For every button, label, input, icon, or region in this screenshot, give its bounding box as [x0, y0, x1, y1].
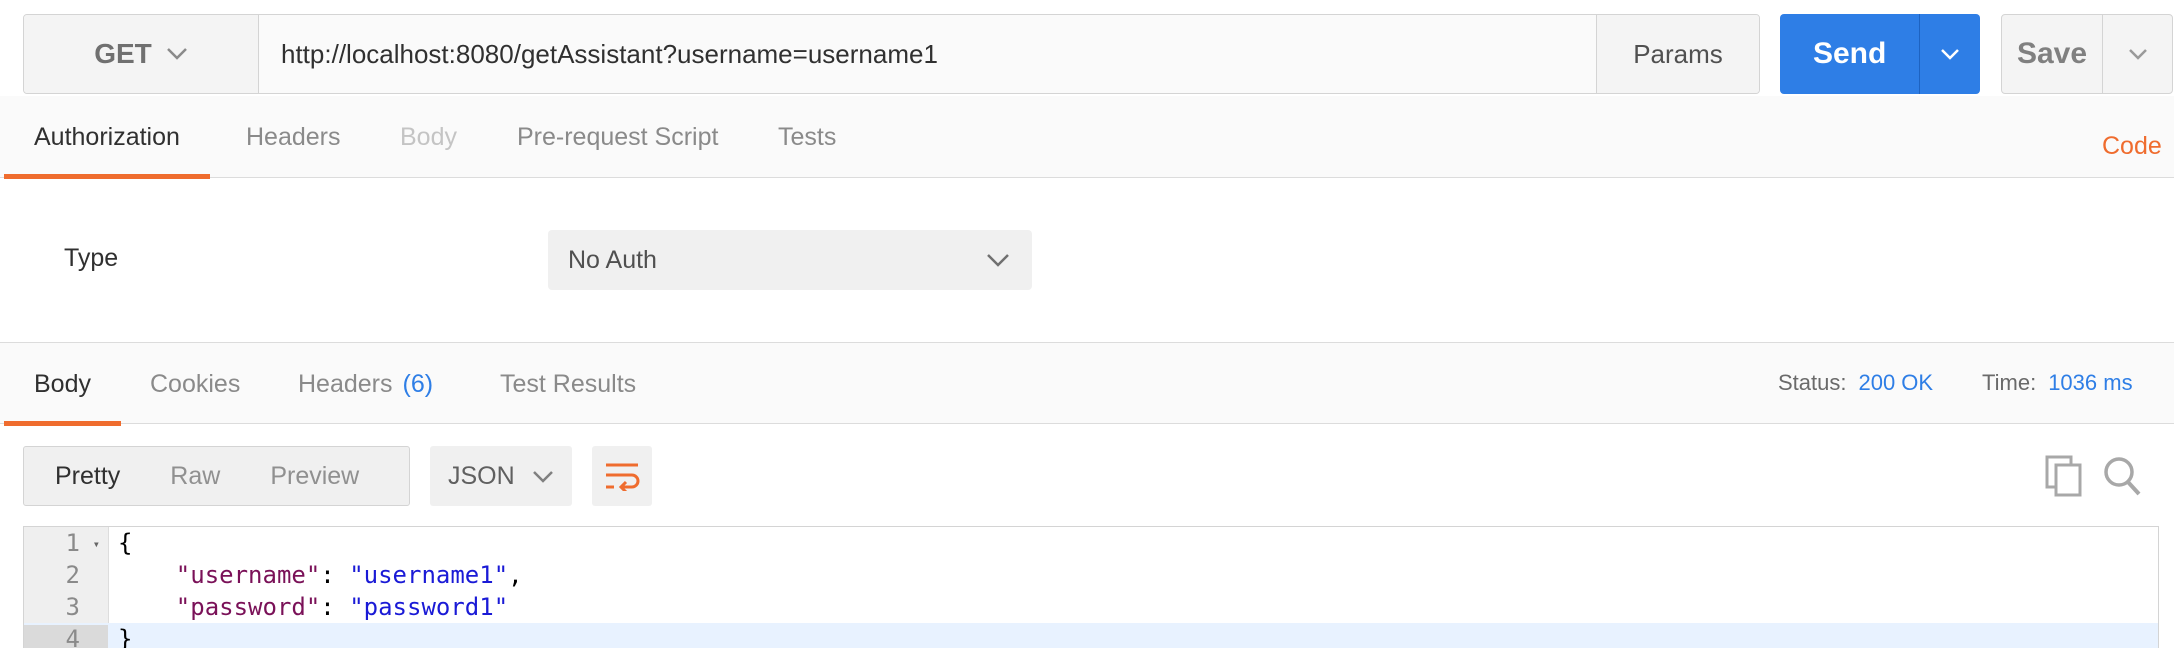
format-value: JSON	[448, 461, 515, 490]
chevron-down-icon	[166, 48, 187, 60]
save-button-group: Save	[2001, 14, 2173, 94]
send-options-button[interactable]	[1919, 14, 1980, 94]
auth-type-label: Type	[64, 244, 119, 272]
chevron-down-icon	[2128, 49, 2147, 60]
json-key: "password"	[175, 593, 321, 621]
wrap-lines-button[interactable]	[592, 446, 652, 506]
copy-icon	[2045, 455, 2082, 497]
tab-headers[interactable]: Headers	[216, 96, 371, 178]
save-button[interactable]: Save	[2002, 15, 2102, 93]
tab-pre-request-script[interactable]: Pre-request Script	[487, 96, 748, 178]
code-link[interactable]: Code	[2102, 132, 2162, 161]
auth-type-select[interactable]: No Auth	[548, 230, 1032, 290]
format-select[interactable]: JSON	[430, 446, 572, 506]
view-mode-selector: Pretty Raw Preview	[23, 446, 410, 506]
chevron-down-icon	[987, 254, 1009, 267]
code-line: 1 ▾ {	[24, 527, 2158, 559]
search-icon	[2104, 457, 2141, 496]
tab-response-headers-label: Headers	[298, 369, 393, 398]
code-text: }	[118, 625, 133, 648]
tab-cookies[interactable]: Cookies	[120, 343, 270, 425]
time-label: Time:	[1982, 370, 2037, 395]
search-button[interactable]	[2102, 454, 2142, 498]
view-preview[interactable]: Preview	[245, 447, 384, 505]
json-string: "password1"	[349, 593, 509, 621]
json-key: "username"	[175, 561, 321, 589]
copy-button[interactable]	[2044, 454, 2084, 498]
code-line: 3 "password": "password1"	[24, 591, 2158, 623]
line-number: 2	[65, 561, 80, 589]
send-button[interactable]: Send	[1780, 14, 1919, 94]
line-number: 3	[65, 593, 80, 621]
code-text: "username": "username1",	[175, 561, 523, 589]
chevron-down-icon	[533, 470, 553, 483]
response-status: Status: 200 OK	[1778, 370, 1933, 396]
chevron-down-icon	[1941, 49, 1960, 60]
params-button[interactable]: Params	[1596, 15, 1759, 93]
save-options-button[interactable]	[2102, 15, 2172, 93]
tab-authorization[interactable]: Authorization	[4, 96, 210, 179]
wrap-lines-icon	[606, 463, 640, 491]
json-string: "username1"	[349, 561, 509, 589]
code-line: 2 "username": "username1",	[24, 559, 2158, 591]
tab-tests[interactable]: Tests	[748, 96, 866, 178]
headers-count: (6)	[402, 369, 434, 398]
auth-type-value: No Auth	[568, 245, 657, 274]
request-bar: GET Params	[23, 14, 1760, 94]
tab-test-results[interactable]: Test Results	[470, 343, 666, 425]
time-value[interactable]: 1036 ms	[2048, 370, 2132, 396]
fold-caret-icon[interactable]: ▾	[93, 537, 100, 551]
status-value[interactable]: 200 OK	[1858, 370, 1933, 396]
response-time: Time: 1036 ms	[1982, 370, 2133, 396]
line-number: 4	[24, 625, 108, 648]
request-tabs: Authorization Headers Body Pre-request S…	[0, 96, 2174, 179]
tab-response-headers[interactable]: Headers (6)	[268, 343, 463, 425]
view-pretty[interactable]: Pretty	[30, 447, 145, 505]
tab-response-body[interactable]: Body	[4, 343, 121, 426]
tab-body: Body	[400, 122, 457, 151]
method-label: GET	[94, 38, 152, 69]
code-line: 4 }	[24, 623, 2158, 648]
view-raw[interactable]: Raw	[145, 447, 245, 505]
method-select[interactable]: GET	[24, 15, 259, 93]
code-text: {	[118, 529, 133, 557]
send-button-group: Send	[1780, 14, 1980, 94]
response-body-editor[interactable]: 1 ▾ { 2 "username": "username1", 3 "pass…	[23, 526, 2159, 648]
code-text: "password": "password1"	[175, 593, 509, 621]
url-input[interactable]	[259, 15, 1596, 93]
line-number: 1 ▾	[65, 529, 100, 557]
status-label: Status:	[1778, 370, 1847, 395]
